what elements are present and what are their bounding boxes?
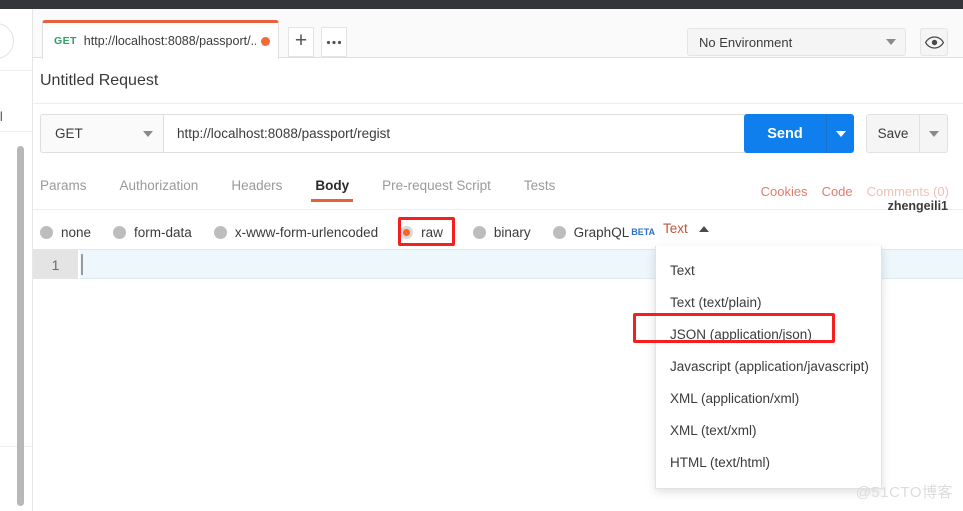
sidebar-avatar-partial	[0, 23, 14, 59]
body-type-binary[interactable]: binary	[472, 224, 531, 240]
radio-icon	[40, 225, 53, 239]
tab-options-button[interactable]	[321, 27, 347, 57]
request-tab[interactable]: GET http://localhost:8088/passport/...	[42, 20, 279, 59]
code-link[interactable]: Code	[822, 184, 853, 199]
body-type-x-www-form-urlencoded[interactable]: x-www-form-urlencoded	[213, 224, 379, 240]
body-type-label: form-data	[134, 224, 192, 240]
send-options-button[interactable]	[826, 114, 854, 153]
menu-item-xml-application[interactable]: XML (application/xml)	[656, 382, 881, 414]
request-tab-strip: GET http://localhost:8088/passport/... +…	[33, 9, 963, 59]
body-type-label: x-www-form-urlencoded	[234, 224, 379, 240]
unsaved-changes-dot-icon[interactable]	[261, 36, 270, 46]
send-button[interactable]: Send	[744, 114, 826, 153]
user-label: zhengeili1	[887, 199, 948, 213]
http-method-value: GET	[55, 126, 83, 141]
tab-body[interactable]: Body	[311, 178, 353, 202]
tab-pre-request-script[interactable]: Pre-request Script	[382, 178, 491, 202]
menu-item-text[interactable]: Text	[656, 254, 881, 286]
content-type-selector[interactable]: Text	[663, 221, 709, 236]
cookies-link[interactable]: Cookies	[761, 184, 808, 199]
environment-selected-label: No Environment	[699, 34, 793, 50]
chevron-down-icon	[835, 130, 846, 137]
request-tab-method: GET	[54, 35, 77, 47]
watermark: @51CTO博客	[855, 484, 953, 501]
page-title[interactable]: Untitled Request	[40, 72, 158, 90]
editor-gutter: 1	[33, 250, 78, 279]
eye-icon	[924, 35, 944, 49]
chevron-down-icon	[928, 130, 939, 137]
beta-badge: BETA	[631, 227, 656, 237]
environment-selector[interactable]: No Environment	[687, 28, 906, 56]
save-options-button[interactable]	[920, 114, 948, 153]
ellipsis-icon	[326, 40, 342, 44]
menu-item-xml-text[interactable]: XML (text/xml)	[656, 414, 881, 446]
url-input[interactable]: http://localhost:8088/passport/regist	[164, 114, 768, 153]
radio-icon	[113, 225, 127, 239]
menu-item-json[interactable]: JSON (application/json)	[656, 318, 881, 350]
section-tabs-divider	[33, 209, 963, 210]
chevron-down-icon	[886, 39, 896, 45]
tab-authorization[interactable]: Authorization	[120, 178, 199, 202]
editor-line-number: 1	[51, 256, 60, 273]
tab-headers[interactable]: Headers	[231, 178, 282, 202]
radio-icon	[213, 225, 227, 239]
request-section-tabs: Params Authorization Headers Body Pre-re…	[40, 178, 588, 208]
comments-link[interactable]: Comments (0)	[867, 184, 949, 199]
body-type-label: raw	[421, 224, 443, 240]
body-type-label: binary	[493, 224, 531, 240]
sidebar-divider	[0, 70, 32, 71]
request-tab-url: http://localhost:8088/passport/...	[83, 34, 256, 48]
chevron-up-icon	[698, 225, 709, 232]
save-button[interactable]: Save	[866, 114, 920, 153]
body-type-row: none form-data x-www-form-urlencoded raw…	[40, 219, 677, 245]
sidebar-partial: ll	[0, 9, 33, 511]
body-type-label: none	[61, 224, 92, 240]
request-right-links: Cookies Code Comments (0)	[761, 184, 949, 199]
menu-item-html[interactable]: HTML (text/html)	[656, 446, 881, 478]
body-type-label: GraphQL	[573, 224, 630, 240]
request-title-bar: Untitled Request	[33, 58, 963, 104]
body-type-form-data[interactable]: form-data	[113, 225, 192, 240]
radio-icon	[472, 225, 486, 239]
menu-item-text-plain[interactable]: Text (text/plain)	[656, 286, 881, 318]
tab-params[interactable]: Params	[40, 178, 87, 202]
sidebar-scrollbar[interactable]	[17, 146, 24, 506]
environment-quick-look-button[interactable]	[920, 28, 948, 56]
radio-selected-icon	[400, 225, 414, 239]
body-type-none[interactable]: none	[40, 225, 91, 240]
new-tab-button[interactable]: +	[288, 27, 314, 57]
http-method-selector[interactable]: GET	[40, 114, 164, 153]
radio-icon	[552, 225, 566, 239]
editor-text-caret	[81, 254, 83, 275]
content-type-value: Text	[663, 221, 688, 236]
tab-tests[interactable]: Tests	[524, 178, 556, 202]
sidebar-divider	[0, 131, 32, 132]
content-type-dropdown-menu: Text Text (text/plain) JSON (application…	[655, 246, 882, 489]
body-type-graphql[interactable]: GraphQL BETA	[552, 224, 656, 240]
menu-item-javascript[interactable]: Javascript (application/javascript)	[656, 350, 881, 382]
chevron-down-icon	[143, 130, 153, 137]
window-titlebar	[0, 0, 963, 9]
postman-window: ll GET http://localhost:8088/passport/..…	[0, 0, 963, 511]
body-type-raw[interactable]: raw	[400, 225, 443, 240]
sidebar-partial-label: ll	[0, 109, 4, 124]
